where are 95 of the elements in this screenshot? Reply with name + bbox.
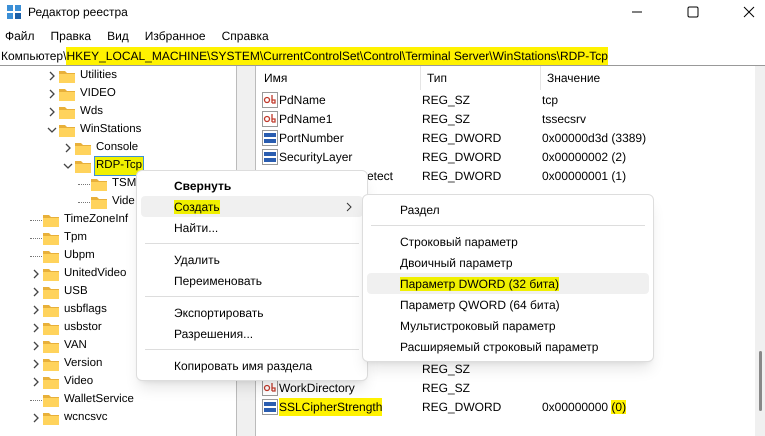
folder-icon	[59, 70, 75, 82]
table-cell: REG_SZ	[422, 362, 470, 376]
table-cell: 0x00000000 (0)	[542, 400, 626, 414]
table-cell: REG_DWORD	[422, 400, 502, 414]
window-title: Редактор реестра	[28, 4, 128, 21]
folder-icon	[43, 412, 59, 424]
folder-icon	[43, 268, 59, 280]
menu-item[interactable]: Правка	[50, 26, 92, 44]
tree-item[interactable]: VAN	[62, 336, 89, 356]
table-cell-text: SecurityLayer	[279, 148, 352, 166]
folder-icon	[43, 286, 59, 298]
tree-item[interactable]: usbstor	[62, 318, 104, 338]
folder-icon	[43, 322, 59, 334]
folder-icon	[43, 304, 59, 316]
tree-item[interactable]: Video	[62, 372, 96, 392]
table-cell: REG_SZ	[422, 92, 470, 106]
table-cell: REG_DWORD	[422, 150, 502, 164]
folder-icon	[43, 394, 59, 406]
menu-item[interactable]: Расширяемый строковый параметр	[367, 336, 649, 357]
tree-item[interactable]: WalletService	[62, 390, 136, 410]
menu-item[interactable]: Мультистроковый параметр	[367, 315, 649, 336]
folder-icon	[43, 358, 59, 370]
tree-item[interactable]: Utilities	[78, 66, 120, 86]
folder-icon	[75, 160, 91, 172]
menu-item[interactable]: Экспортировать	[141, 302, 363, 323]
registry-editor-icon	[6, 4, 22, 20]
menu-item[interactable]: Свернуть	[141, 175, 363, 196]
tree-item[interactable]: usbflags	[62, 300, 109, 320]
table-cell: 0x00000002 (2)	[542, 150, 626, 164]
menu-item[interactable]: Вид	[107, 26, 129, 44]
column-header[interactable]: Тип	[420, 66, 540, 90]
column-header[interactable]: Имя	[256, 66, 420, 90]
menu-item[interactable]: Избранное	[144, 26, 206, 44]
folder-icon	[59, 124, 75, 136]
tree-item[interactable]: wcncsvc	[62, 408, 110, 428]
folder-icon	[43, 232, 59, 244]
table-cell: SSLCipherStrength	[279, 398, 382, 416]
string-value-icon	[262, 92, 278, 108]
tree-item[interactable]: WinStations	[78, 120, 144, 140]
folder-icon	[59, 106, 75, 118]
menu-item[interactable]: Копировать имя раздела	[141, 355, 363, 376]
tree-item[interactable]: Wds	[78, 102, 105, 122]
table-cell: tcp	[542, 92, 558, 106]
table-cell: 0x00000001 (1)	[542, 168, 626, 182]
menu-item[interactable]: Удалить	[141, 249, 363, 270]
close-icon[interactable]	[743, 6, 755, 18]
tree-item[interactable]: UnitedVideo	[62, 264, 128, 284]
folder-icon	[91, 196, 107, 208]
folder-icon	[75, 142, 91, 154]
menu-item[interactable]: Разрешения...	[141, 323, 363, 344]
menu-item[interactable]: Файл	[5, 26, 35, 44]
menu-item[interactable]: Раздел	[367, 199, 649, 220]
table-cell: REG_SZ	[422, 112, 470, 126]
tree-item[interactable]: Console	[94, 138, 140, 158]
menu-item[interactable]: Двоичный параметр	[367, 252, 649, 273]
table-cell: REG_SZ	[422, 380, 470, 394]
table-cell: 0x00000d3d (3389)	[542, 130, 646, 144]
menu-item[interactable]: Найти...	[141, 217, 363, 238]
table-cell-text: PortNumber	[279, 130, 344, 146]
tree-item[interactable]: USB	[62, 282, 90, 302]
table-cell: REG_DWORD	[422, 168, 502, 182]
folder-icon	[43, 250, 59, 262]
tree-item[interactable]: TSM	[110, 174, 138, 194]
menu-item[interactable]: Строковый параметр	[367, 231, 649, 252]
folder-icon	[43, 214, 59, 226]
address-path[interactable]: HKEY_LOCAL_MACHINE\SYSTEM\CurrentControlSet\Control\Terminal Server\WinStations\RDP-Tcp	[66, 47, 608, 65]
table-cell: tssecsrv	[542, 112, 586, 126]
menu-item[interactable]: Создать	[141, 196, 363, 217]
menu-item[interactable]: Параметр DWORD (32 бита)	[367, 273, 649, 294]
binary-value-icon	[262, 148, 278, 164]
folder-icon	[91, 178, 107, 190]
table-cell-text: PdName1	[279, 110, 332, 128]
tree-item[interactable]: Vide	[110, 192, 137, 212]
table-cell: REG_DWORD	[422, 130, 502, 144]
table-cell-text: PdName	[279, 92, 326, 108]
binary-value-icon	[262, 398, 278, 414]
menu-item[interactable]: Справка	[222, 26, 269, 44]
maximize-icon[interactable]	[687, 6, 699, 18]
menu-item[interactable]: Параметр QWORD (64 бита)	[367, 294, 649, 315]
tree-item[interactable]: TimeZoneInf	[62, 210, 130, 230]
menu-item[interactable]: Переименовать	[141, 270, 363, 291]
table-cell-text: WorkDirectory	[279, 380, 355, 396]
folder-icon	[43, 376, 59, 388]
tree-item[interactable]: Version	[62, 354, 104, 374]
tree-item[interactable]: RDP-Tcp	[94, 156, 144, 176]
tree-item[interactable]: VIDEO	[78, 84, 118, 104]
tree-item[interactable]: Tpm	[62, 228, 89, 248]
folder-icon	[59, 88, 75, 100]
address-prefix: Компьютер\	[1, 48, 66, 65]
tree-item[interactable]: Ubpm	[62, 246, 97, 266]
string-value-icon	[262, 110, 278, 126]
scrollbar-thumb[interactable]	[759, 351, 762, 411]
table-cell-text: etect	[366, 168, 394, 184]
binary-value-icon	[262, 130, 278, 146]
folder-icon	[43, 340, 59, 352]
